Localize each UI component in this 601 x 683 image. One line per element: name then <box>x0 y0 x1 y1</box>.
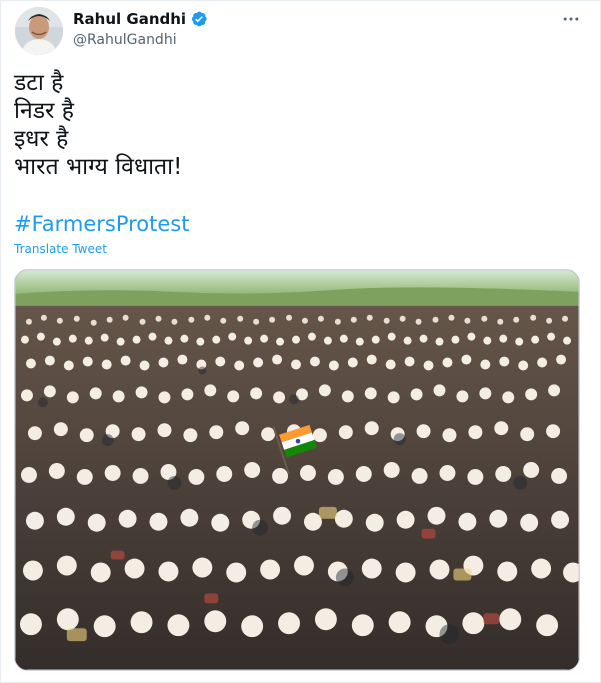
tweet-line: निडर है <box>14 98 74 124</box>
tweet-text: डटा है निडर है इधर है भारत भाग्य विधाता! <box>14 69 586 181</box>
translate-tweet-link[interactable]: Translate Tweet <box>14 241 107 257</box>
hashtag-link[interactable]: #FarmersProtest <box>14 211 189 237</box>
tweet-card[interactable]: Rahul Gandhi @RahulGandhi डटा है निडर है… <box>0 0 601 683</box>
tweet-line: डटा है <box>14 70 64 96</box>
avatar[interactable] <box>15 7 63 55</box>
more-horizontal-icon[interactable] <box>556 7 586 31</box>
tweet-header: Rahul Gandhi @RahulGandhi <box>15 7 586 55</box>
display-name[interactable]: Rahul Gandhi <box>73 10 186 28</box>
author-names: Rahul Gandhi @RahulGandhi <box>73 9 208 48</box>
tweet-photo[interactable] <box>14 269 580 671</box>
display-name-row: Rahul Gandhi <box>73 9 208 29</box>
tweet-line: इधर है <box>14 126 69 152</box>
handle[interactable]: @RahulGandhi <box>73 32 208 48</box>
tweet-line: भारत भाग्य विधाता! <box>14 154 183 180</box>
crowd-photo-image <box>15 270 579 670</box>
avatar-image <box>15 7 63 55</box>
verified-badge-icon <box>190 10 208 28</box>
